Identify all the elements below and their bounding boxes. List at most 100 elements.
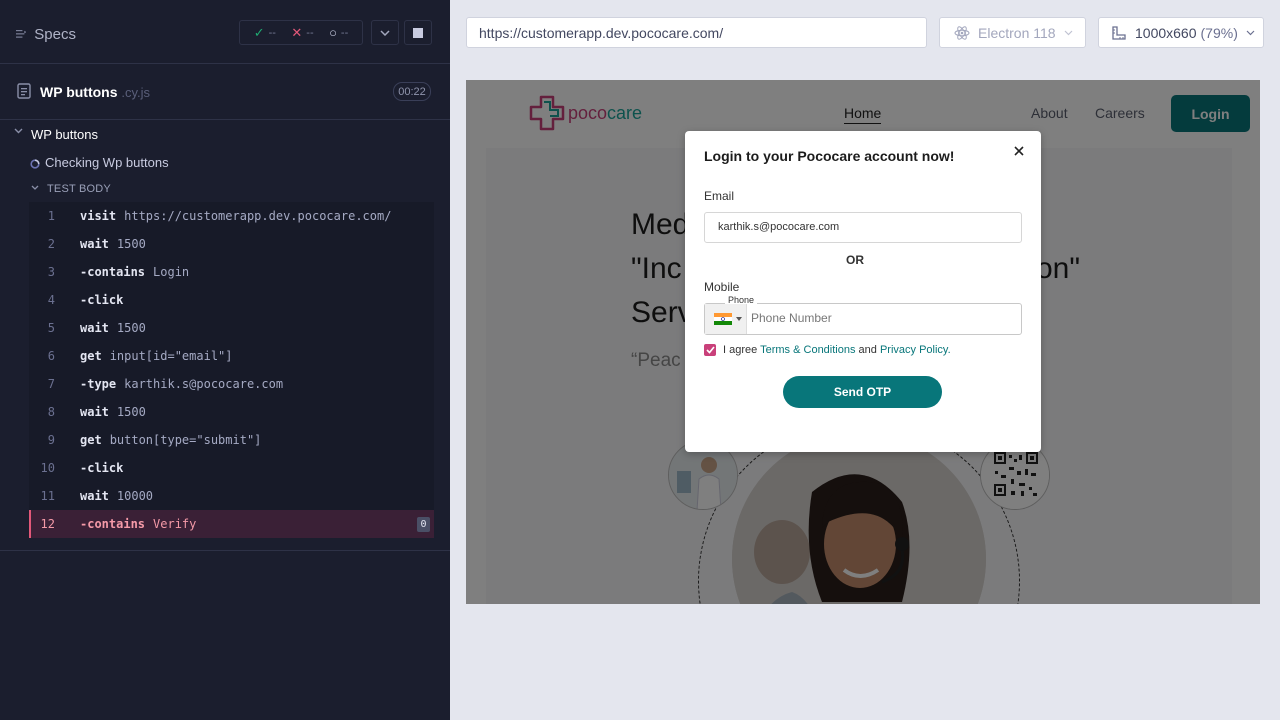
- document-icon: [17, 83, 31, 99]
- email-field[interactable]: karthik.s@pococare.com: [704, 212, 1022, 243]
- command-number: 12: [40, 517, 55, 531]
- agree-checkbox[interactable]: [704, 344, 716, 356]
- stop-button[interactable]: [404, 20, 432, 45]
- command-row[interactable]: 8 wait 1500: [29, 398, 434, 426]
- or-divider: OR: [846, 253, 864, 267]
- command-row[interactable]: 5 wait 1500: [29, 314, 434, 342]
- command-name: -contains Login: [80, 265, 189, 279]
- pending-count: --: [340, 26, 349, 39]
- command-name-text: get: [80, 349, 102, 363]
- viewport-info[interactable]: 1000x660 (79%): [1098, 17, 1264, 48]
- command-number: 6: [47, 349, 55, 363]
- command-name-text: -contains: [80, 517, 146, 531]
- command-name-text: wait: [80, 405, 109, 419]
- command-message: 10000: [116, 489, 154, 503]
- command-name: -contains Verify: [80, 517, 196, 531]
- phone-input-group: Phone Phone Number: [704, 295, 1022, 335]
- suite-title: WP buttons: [31, 127, 98, 142]
- close-icon[interactable]: [1011, 143, 1027, 159]
- chevron-down-icon: [14, 128, 23, 134]
- command-name-text: -contains: [80, 265, 146, 279]
- command-name-text: wait: [80, 237, 109, 251]
- command-name-text: visit: [80, 209, 117, 223]
- agree-text: I agree Terms & Conditions and Privacy P…: [723, 344, 951, 356]
- suite-row[interactable]: WP buttons: [0, 124, 450, 146]
- chevron-down-icon: [1246, 30, 1255, 35]
- auto-scroll-button[interactable]: [371, 20, 399, 45]
- command-row[interactable]: 6 get input[id="email"]: [29, 342, 434, 370]
- command-name-text: wait: [80, 489, 109, 503]
- specs-header-bar: Specs ✓ -- ✕ -- ○ --: [0, 0, 450, 64]
- pending-stat: ○ --: [329, 25, 348, 40]
- privacy-link[interactable]: Privacy Policy.: [880, 344, 951, 356]
- divider: [0, 550, 450, 551]
- command-row[interactable]: 9 get button[type="submit"]: [29, 426, 434, 454]
- spec-name-text: WP buttons: [40, 84, 118, 100]
- command-log-panel: Specs ✓ -- ✕ -- ○ -- WP buttons .cy.js 0…: [0, 0, 450, 720]
- app-preview: pococare Home About Careers Login Med "I…: [466, 80, 1260, 604]
- command-number: 9: [47, 433, 55, 447]
- command-row[interactable]: 4 -click: [29, 286, 434, 314]
- command-name: get input[id="email"]: [80, 349, 233, 363]
- specs-toggle-button[interactable]: Specs: [16, 24, 76, 44]
- command-number: 10: [40, 461, 55, 475]
- command-name: -type karthik.s@pococare.com: [80, 377, 283, 391]
- command-list: 1 visit https://customerapp.dev.pococare.c…: [29, 202, 434, 538]
- country-code-select[interactable]: [705, 304, 747, 334]
- url-bar[interactable]: https://customerapp.dev.pococare.com/: [466, 17, 927, 48]
- command-name: get button[type="submit"]: [80, 433, 261, 447]
- viewport-size: 1000x660 (79%): [1135, 25, 1238, 41]
- command-name-text: get: [80, 433, 102, 447]
- command-name: -click: [80, 293, 131, 307]
- check-icon: ✓: [253, 24, 265, 40]
- check-icon: [705, 346, 715, 354]
- command-message: karthik.s@pococare.com: [124, 377, 284, 391]
- command-row[interactable]: 2 wait 1500: [29, 230, 434, 258]
- electron-icon: [954, 25, 970, 40]
- command-message: 1500: [116, 321, 146, 335]
- send-otp-button[interactable]: Send OTP: [783, 376, 942, 408]
- phone-number-input[interactable]: Phone Number: [751, 311, 832, 325]
- stop-icon: [413, 27, 423, 38]
- test-body-header[interactable]: TEST BODY: [0, 180, 450, 200]
- command-name-text: -click: [80, 461, 124, 475]
- command-name: -click: [80, 461, 131, 475]
- command-name-text: wait: [80, 321, 109, 335]
- running-icon: [30, 159, 40, 169]
- viewport-dims: 1000x660: [1135, 24, 1197, 41]
- chevron-down-icon: [380, 29, 390, 36]
- command-row[interactable]: 7 -type karthik.s@pococare.com: [29, 370, 434, 398]
- command-message: button[type="submit"]: [109, 433, 262, 447]
- chevron-down-icon: [31, 185, 39, 190]
- command-name-text: -click: [80, 293, 124, 307]
- agree-prefix: I agree: [723, 344, 758, 356]
- failed-stat: ✕ --: [291, 25, 313, 41]
- specs-label: Specs: [34, 25, 76, 43]
- element-count-badge: 0: [417, 517, 430, 532]
- command-number: 11: [40, 489, 55, 503]
- passed-count: --: [268, 26, 276, 39]
- viewport-zoom: (79%): [1200, 24, 1238, 41]
- test-row[interactable]: Checking Wp buttons: [0, 153, 450, 175]
- login-modal: Login to your Pococare account now! Emai…: [685, 131, 1041, 452]
- command-row[interactable]: 11 wait 10000: [29, 482, 434, 510]
- pending-icon: ○: [329, 25, 337, 40]
- command-number: 8: [47, 405, 55, 419]
- command-row[interactable]: 3 -contains Login: [29, 258, 434, 286]
- command-row[interactable]: 1 visit https://customerapp.dev.pococare.c…: [29, 202, 434, 230]
- command-number: 2: [47, 237, 55, 251]
- caret-down-icon: [736, 317, 742, 321]
- email-label: Email: [704, 189, 735, 203]
- chevron-down-icon: [1064, 30, 1073, 35]
- command-name: wait 1500: [80, 405, 146, 419]
- spec-extension: .cy.js: [121, 85, 151, 100]
- terms-link[interactable]: Terms & Conditions: [760, 344, 855, 356]
- browser-selector[interactable]: Electron 118: [939, 17, 1086, 48]
- command-message: Verify: [153, 517, 197, 531]
- command-message: https://customerapp.dev.pococare.com/: [124, 209, 392, 223]
- spec-file-name: WP buttons .cy.js: [40, 84, 150, 100]
- command-row[interactable]: 12 -contains Verify 0: [29, 510, 434, 538]
- command-row[interactable]: 10 -click: [29, 454, 434, 482]
- modal-title: Login to your Pococare account now!: [704, 148, 955, 164]
- mobile-label: Mobile: [704, 280, 740, 294]
